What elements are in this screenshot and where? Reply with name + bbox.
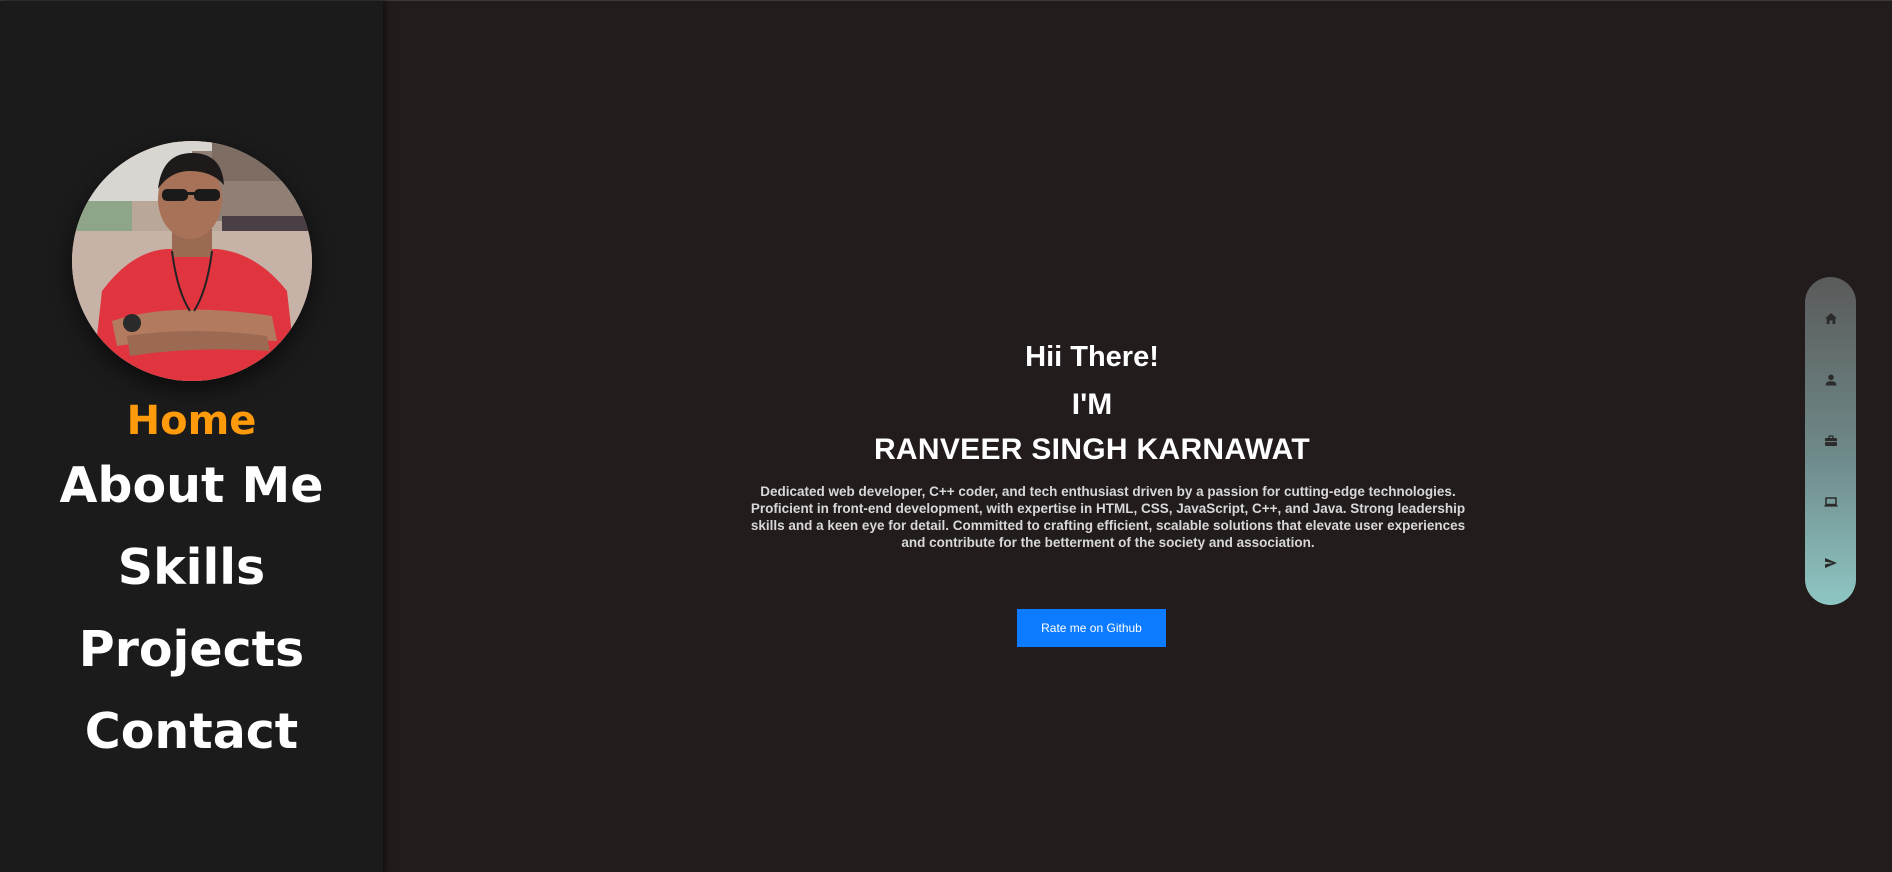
- send-icon: [1824, 558, 1837, 568]
- dock-projects-button[interactable]: [1805, 482, 1856, 522]
- nav-item-about-me[interactable]: About Me: [0, 447, 383, 529]
- laptop-icon: [1824, 497, 1837, 507]
- hero-bio: Dedicated web developer, C++ coder, and …: [750, 484, 1466, 550]
- dock-about-button[interactable]: [1805, 360, 1856, 400]
- briefcase-icon: [1824, 435, 1837, 446]
- rate-github-button[interactable]: Rate me on Github: [1017, 609, 1166, 647]
- nav-item-home[interactable]: Home: [0, 393, 383, 447]
- person-icon: [1825, 374, 1836, 386]
- nav-item-projects[interactable]: Projects: [0, 611, 383, 693]
- hero-name: RANVEER SINGH KARNAWAT: [873, 433, 1311, 466]
- floating-dock: [1805, 277, 1856, 605]
- home-icon: [1824, 313, 1837, 324]
- dock-home-button[interactable]: [1805, 299, 1856, 339]
- page: Home About Me Skills Projects Contact Hi…: [0, 0, 1892, 872]
- sidebar-nav: Home About Me Skills Projects Contact: [0, 393, 383, 775]
- hero-greeting: Hii There!: [1025, 341, 1159, 373]
- sidebar: Home About Me Skills Projects Contact: [0, 1, 383, 872]
- dock-contact-button[interactable]: [1805, 543, 1856, 583]
- hero-im: I'M: [1071, 388, 1113, 421]
- nav-item-contact[interactable]: Contact: [0, 693, 383, 775]
- nav-item-skills[interactable]: Skills: [0, 529, 383, 611]
- avatar: [72, 141, 312, 381]
- hero-section: Hii There! I'M RANVEER SINGH KARNAWAT De…: [383, 1, 1801, 872]
- dock-skills-button[interactable]: [1805, 421, 1856, 461]
